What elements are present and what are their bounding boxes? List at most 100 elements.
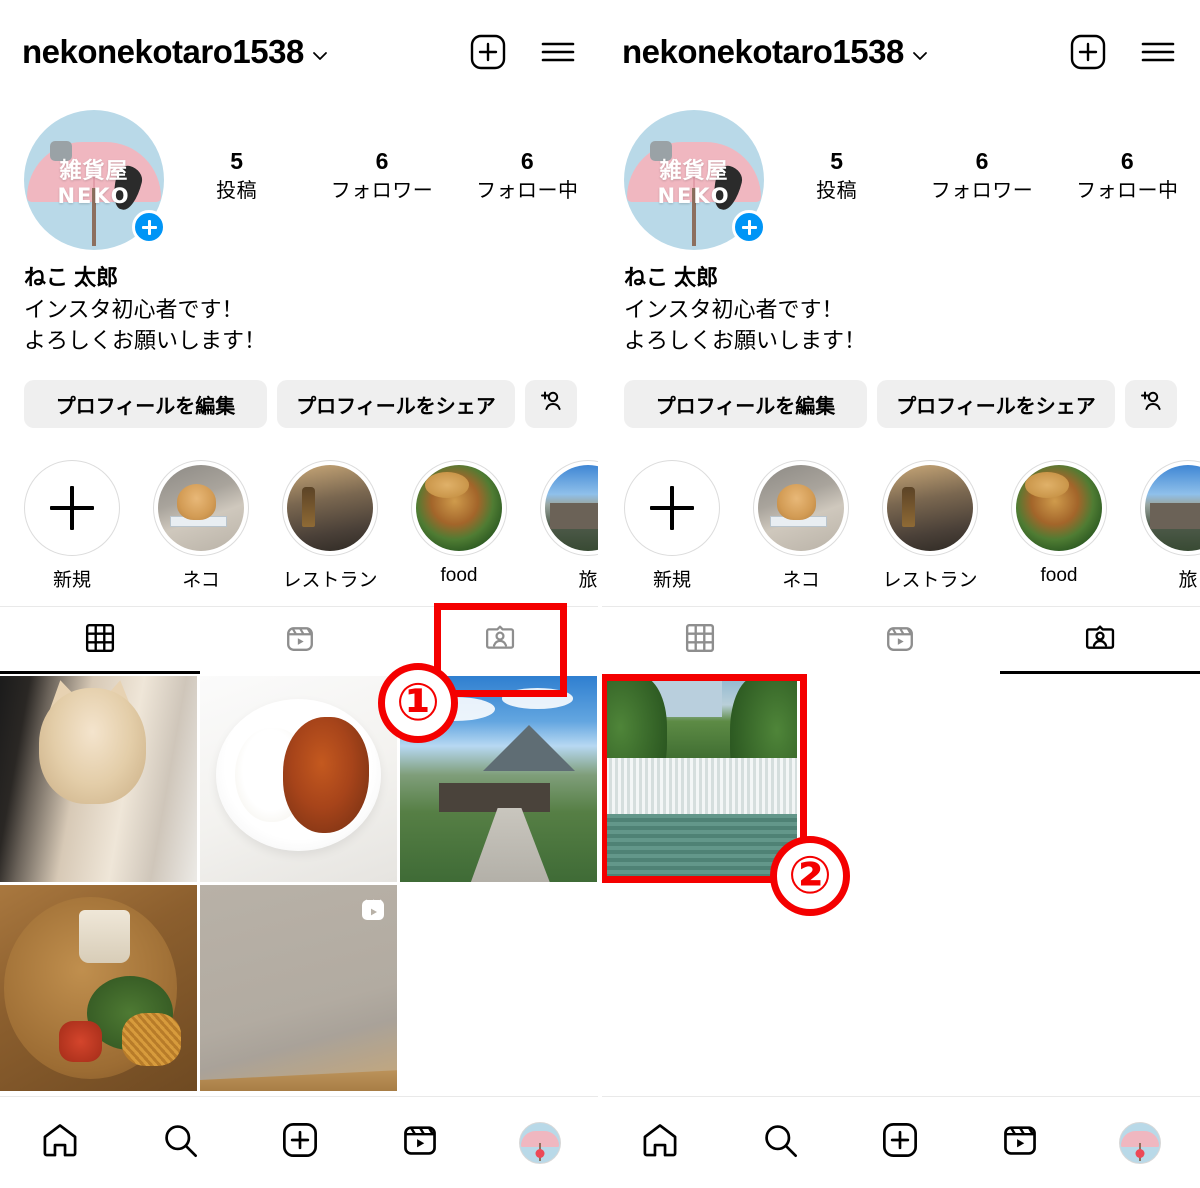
highlight-restaurant[interactable]: レストラン <box>882 460 978 595</box>
add-person-button[interactable] <box>1125 380 1177 428</box>
account-username[interactable]: nekonekotaro1538 <box>22 33 304 71</box>
grid-icon <box>685 623 715 658</box>
edit-profile-button[interactable]: プロフィールを編集 <box>624 380 867 428</box>
bio-line-2: よろしくお願いします！ <box>24 328 267 353</box>
stat-followers-count: 6 <box>375 148 389 174</box>
stat-posts-label: 投稿 <box>816 180 858 202</box>
tab-tagged-underline <box>1000 671 1200 674</box>
highlight-travel-image <box>545 465 600 551</box>
stat-followers[interactable]: 6 フォロワー <box>909 146 1054 206</box>
nav-reels[interactable] <box>960 1121 1080 1164</box>
highlight-travel-label: 旅 <box>578 570 598 591</box>
right-screen-panel: nekonekotaro1538 雑貨屋 NEKO 5 投稿 6 フォロワー 6… <box>600 0 1200 1188</box>
annotation-marker-1: ① <box>378 663 458 743</box>
create-post-icon[interactable] <box>1068 32 1108 72</box>
stat-followers[interactable]: 6 フォロワー <box>309 146 454 206</box>
highlight-travel[interactable]: 旅 <box>1140 460 1200 595</box>
stat-posts-count: 5 <box>830 148 844 174</box>
post-thumbnail[interactable] <box>0 885 197 1091</box>
tab-reels[interactable] <box>200 607 400 674</box>
screenshot-stage: nekonekotaro1538 雑貨屋 NEKO 5 投稿 6 フォロワー 6… <box>0 0 1200 1188</box>
chevron-down-icon[interactable] <box>312 48 328 64</box>
profile-display-name: ねこ 太郎 <box>24 265 119 290</box>
highlight-travel-circle <box>1140 460 1200 556</box>
account-username[interactable]: nekonekotaro1538 <box>622 33 904 71</box>
create-post-icon[interactable] <box>468 32 508 72</box>
profile-stats: 5 投稿 6 フォロワー 6 フォロー中 <box>764 110 1200 206</box>
add-story-icon[interactable] <box>732 210 766 244</box>
bottom-navigation <box>0 1096 600 1188</box>
search-icon <box>161 1121 199 1164</box>
stat-following-label: フォロー中 <box>1076 180 1179 202</box>
tab-grid[interactable] <box>600 607 800 674</box>
post-thumbnail[interactable] <box>0 676 197 882</box>
stat-following-count: 6 <box>520 148 534 174</box>
hamburger-menu-icon[interactable] <box>538 32 578 72</box>
highlight-new[interactable]: 新規 <box>624 460 720 595</box>
highlight-restaurant[interactable]: レストラン <box>282 460 378 595</box>
highlight-food[interactable]: food <box>1011 460 1107 595</box>
tab-reels[interactable] <box>800 607 1000 674</box>
nav-profile[interactable] <box>480 1121 600 1164</box>
bio-line-1: インスタ初心者です！ <box>24 297 244 322</box>
share-profile-button[interactable]: プロフィールをシェア <box>877 380 1115 428</box>
highlight-food-image <box>1016 465 1102 551</box>
nav-profile[interactable] <box>1080 1121 1200 1164</box>
reels-icon <box>1001 1121 1039 1164</box>
highlight-restaurant-circle <box>282 460 378 556</box>
tab-grid[interactable] <box>0 607 200 674</box>
highlight-cat-image <box>158 465 244 551</box>
reels-icon <box>359 895 387 923</box>
stat-followers-label: フォロワー <box>330 180 434 202</box>
highlight-restaurant-circle <box>882 460 978 556</box>
nav-reels[interactable] <box>360 1121 480 1164</box>
highlight-food[interactable]: food <box>411 460 507 595</box>
reels-icon <box>401 1121 439 1164</box>
highlight-new[interactable]: 新規 <box>24 460 120 595</box>
avatar[interactable]: 雑貨屋 NEKO <box>24 110 166 250</box>
avatar-text-en: NEKO <box>657 184 731 209</box>
nav-search[interactable] <box>720 1121 840 1164</box>
stat-posts[interactable]: 5 投稿 <box>764 146 909 206</box>
highlight-new-label: 新規 <box>652 570 691 591</box>
avatar[interactable]: 雑貨屋 NEKO <box>624 110 766 250</box>
hamburger-menu-icon[interactable] <box>1138 32 1178 72</box>
profile-stats: 5 投稿 6 フォロワー 6 フォロー中 <box>164 110 600 206</box>
edit-profile-button[interactable]: プロフィールを編集 <box>24 380 267 428</box>
nav-search[interactable] <box>120 1121 240 1164</box>
profile-actions: プロフィールを編集 プロフィールをシェア <box>24 380 580 428</box>
highlight-cat[interactable]: ネコ <box>153 460 249 595</box>
reels-icon <box>885 623 915 658</box>
profile-summary: 雑貨屋 NEKO 5 投稿 6 フォロワー 6 フォロー中 <box>0 110 600 255</box>
add-person-button[interactable] <box>525 380 577 428</box>
panel-divider <box>598 0 602 1188</box>
tab-tagged[interactable] <box>1000 607 1200 674</box>
nav-create[interactable] <box>240 1121 360 1164</box>
add-story-icon[interactable] <box>132 210 166 244</box>
stat-posts[interactable]: 5 投稿 <box>164 146 309 206</box>
highlight-food-circle <box>1011 460 1107 556</box>
post-thumbnail[interactable] <box>600 676 797 882</box>
highlight-cat-label: ネコ <box>782 570 820 591</box>
bio-line-2: よろしくお願いします！ <box>624 328 867 353</box>
nav-home[interactable] <box>0 1121 120 1164</box>
plus-icon <box>50 486 94 530</box>
profile-tabbar <box>600 606 1200 674</box>
tab-grid-underline <box>0 671 200 674</box>
post-thumbnail[interactable] <box>200 676 397 882</box>
highlight-cat[interactable]: ネコ <box>753 460 849 595</box>
stat-following[interactable]: 6 フォロー中 <box>1055 146 1200 206</box>
profile-bio: ねこ 太郎 インスタ初心者です！ よろしくお願いします！ <box>624 262 1184 356</box>
chevron-down-icon[interactable] <box>912 48 928 64</box>
post-grid <box>0 676 600 1091</box>
post-thumbnail-reel[interactable] <box>200 885 397 1091</box>
tagged-person-icon <box>485 623 515 658</box>
share-profile-button[interactable]: プロフィールをシェア <box>277 380 515 428</box>
highlight-restaurant-image <box>287 465 373 551</box>
plus-square-icon <box>281 1121 319 1164</box>
nav-create[interactable] <box>840 1121 960 1164</box>
highlight-travel[interactable]: 旅 <box>540 460 600 595</box>
stat-following[interactable]: 6 フォロー中 <box>455 146 600 206</box>
tagged-person-icon <box>1085 623 1115 658</box>
nav-home[interactable] <box>600 1121 720 1164</box>
